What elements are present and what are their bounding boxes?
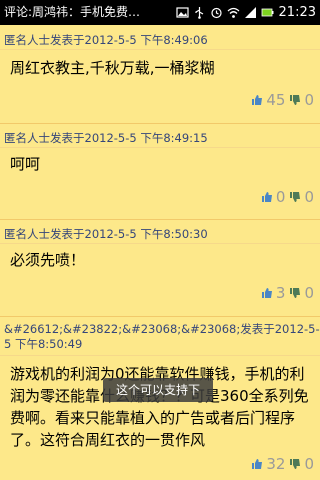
wifi-icon [227, 7, 240, 18]
alarm-icon [211, 7, 222, 19]
thumbs-up-icon [261, 288, 272, 298]
up-count: 32 [266, 455, 286, 473]
comment-header: 匿名人士发表于2012-5-5 下午8:50:30 [4, 227, 208, 241]
comment-item[interactable]: 匿名人士发表于2012-5-5 下午8:50:30 必须先喷！ 3 0 [0, 220, 320, 317]
thumbs-down-button[interactable]: 0 [289, 91, 314, 109]
comment-item[interactable]: 匿名人士发表于2012-5-5 下午8:49:15 呵呵 0 0 [0, 124, 320, 220]
comment-header: &#26612;&#23822;&#23068;&#23068;发表于2012-… [4, 322, 320, 351]
down-count: 0 [304, 91, 314, 109]
up-count: 45 [266, 91, 286, 109]
down-count: 0 [304, 284, 314, 302]
vote-bar: 32 0 [251, 455, 314, 473]
down-count: 0 [304, 188, 314, 206]
status-bar: 评论:周鸿祎：手机免费… 21:23 [0, 0, 320, 25]
vote-bar: 45 0 [251, 91, 314, 109]
vote-bar: 0 0 [261, 188, 314, 206]
thumbs-down-icon [290, 288, 301, 298]
divider [0, 147, 320, 148]
vote-bar: 3 0 [261, 284, 314, 302]
up-count: 0 [275, 188, 286, 206]
thumbs-down-button[interactable]: 0 [289, 284, 314, 302]
divider [0, 49, 320, 50]
thumbs-up-button[interactable]: 32 [251, 455, 285, 473]
comment-content: 呵呵 [10, 155, 41, 173]
thumbs-up-icon [261, 192, 272, 202]
thumbs-up-icon [252, 459, 263, 469]
status-notification-title: 评论:周鸿祎：手机免费… [4, 5, 141, 19]
comment-content: 周红衣教主,千秋万载,一桶浆糊 [10, 59, 215, 77]
up-count: 3 [275, 284, 286, 302]
comment-content: 游戏机的利润为0还能靠软件赚钱，手机的利润为零还能靠什么赚钱？？可是360全系列… [10, 365, 309, 449]
battery-icon [261, 8, 274, 17]
comment-header: 匿名人士发表于2012-5-5 下午8:49:15 [4, 131, 208, 145]
status-time: 21:23 [278, 5, 316, 20]
thumbs-down-icon [290, 192, 301, 202]
comment-item[interactable]: 匿名人士发表于2012-5-5 下午8:49:06 周红衣教主,千秋万载,一桶浆… [0, 25, 320, 124]
thumbs-up-button[interactable]: 45 [251, 91, 285, 109]
status-icons [176, 0, 274, 25]
image-icon [176, 7, 189, 18]
thumbs-down-button[interactable]: 0 [289, 455, 314, 473]
thumbs-up-button[interactable]: 3 [261, 284, 286, 302]
comment-header: 匿名人士发表于2012-5-5 下午8:49:06 [4, 33, 208, 47]
comment-content: 必须先喷！ [10, 251, 86, 269]
divider [0, 355, 320, 356]
divider [0, 243, 320, 244]
down-count: 0 [304, 455, 314, 473]
thumbs-down-button[interactable]: 0 [289, 188, 314, 206]
signal-icon [245, 7, 256, 18]
thumbs-down-icon [290, 95, 301, 105]
thumbs-up-button[interactable]: 0 [261, 188, 286, 206]
thumbs-down-icon [290, 459, 301, 469]
usb-icon [195, 7, 204, 19]
thumbs-up-icon [252, 95, 263, 105]
toast-message: 这个可以支持下 [103, 378, 213, 402]
